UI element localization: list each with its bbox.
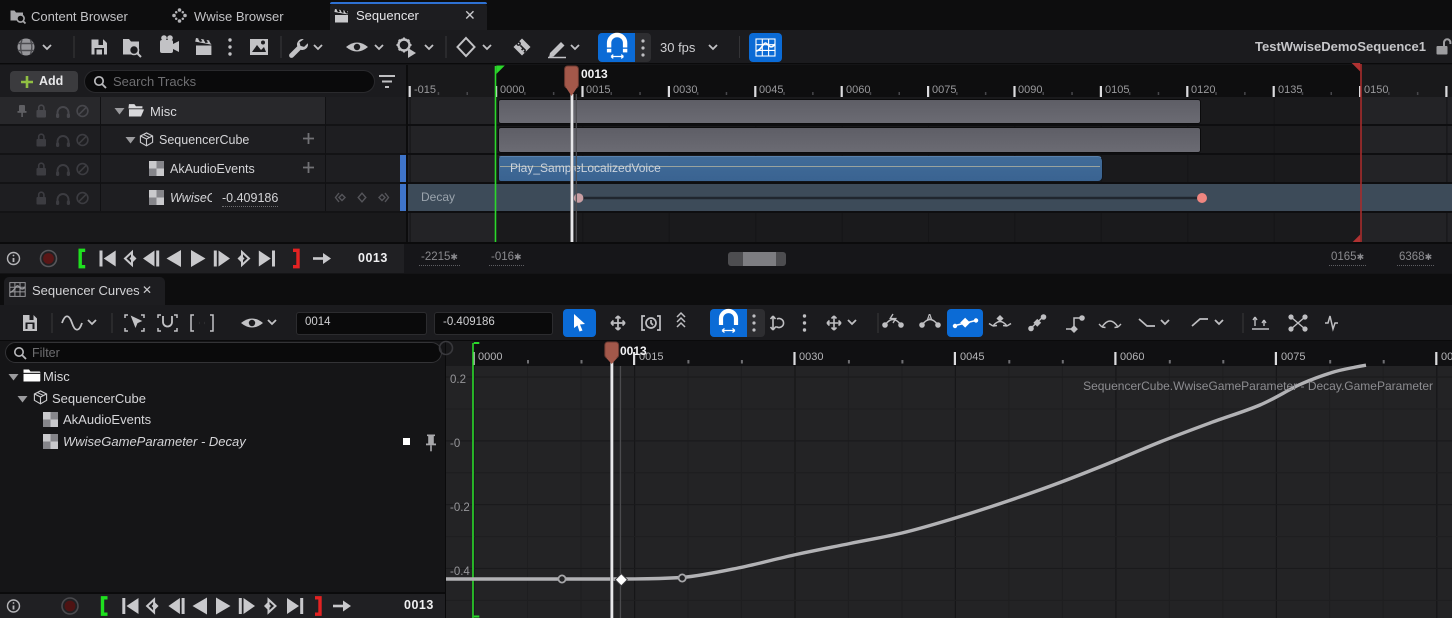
svg-text:A: A bbox=[927, 312, 933, 322]
